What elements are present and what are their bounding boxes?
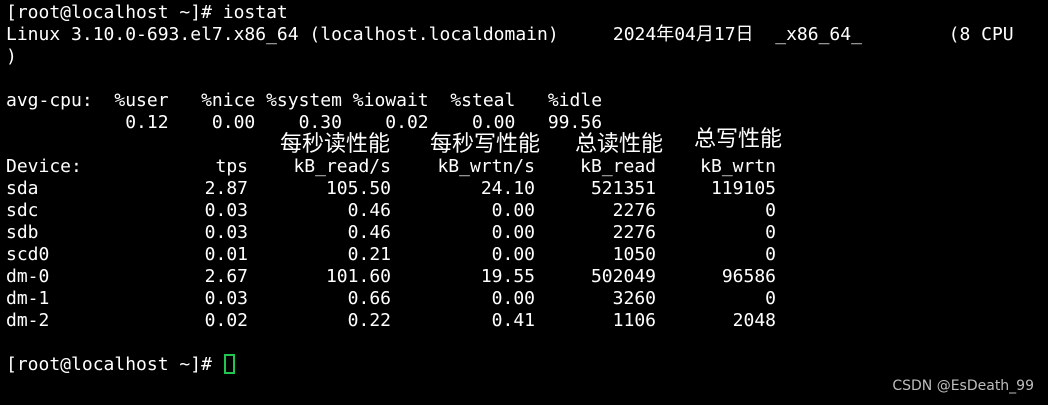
cpu-values: 0.12 0.00 0.30 0.02 0.00 99.56 <box>6 112 603 133</box>
row-3-device-name: scd0 <box>6 244 50 265</box>
row-2-kb-wrtn-s-value: 0.00 <box>491 222 535 243</box>
row-3-kb-read-value: 1050 <box>612 244 656 265</box>
header-tps: tps <box>215 156 248 177</box>
row-1-kb-wrtn-s-value: 0.00 <box>491 200 535 221</box>
row-6-kb-read-value: 1106 <box>612 310 656 331</box>
header-kb-read-s: kB_read/s <box>293 156 391 177</box>
row-4-kb-read-s-value: 101.60 <box>325 266 391 287</box>
terminal-window[interactable]: [root@localhost ~]# iostat Linux 3.10.0-… <box>0 0 1048 405</box>
row-6-device-name: dm-2 <box>6 310 50 331</box>
annotation-write-per-sec: 每秒写性能 <box>430 132 541 157</box>
command-line: [root@localhost ~]# iostat <box>6 2 288 23</box>
row-1-tps-value: 0.03 <box>204 200 248 221</box>
row-2-kb-read-value: 2276 <box>612 222 656 243</box>
row-0-tps-value: 2.87 <box>204 178 248 199</box>
row-1-kb-wrtn-value: 0 <box>765 200 776 221</box>
text-cursor[interactable] <box>224 354 235 374</box>
row-3-tps-value: 0.01 <box>204 244 248 265</box>
row-1-kb-read-s-value: 0.46 <box>347 200 391 221</box>
row-2-tps-value: 0.03 <box>204 222 248 243</box>
row-2-device-name: sdb <box>6 222 39 243</box>
row-4-tps-value: 2.67 <box>204 266 248 287</box>
annotation-read-per-sec: 每秒读性能 <box>280 132 391 157</box>
row-1-device-name: sdc <box>6 200 39 221</box>
row-1-kb-read-value: 2276 <box>612 200 656 221</box>
header-kb-wrtn: kB_wrtn <box>700 156 776 177</box>
annotation-total-write: 总写性能 <box>694 127 783 152</box>
row-4-kb-wrtn-value: 96586 <box>721 266 776 287</box>
row-0-kb-wrtn-s-value: 24.10 <box>480 178 535 199</box>
row-6-kb-read-s-value: 0.22 <box>347 310 391 331</box>
row-3-kb-wrtn-value: 0 <box>765 244 776 265</box>
row-2-kb-read-s-value: 0.46 <box>347 222 391 243</box>
header-kb-read: kB_read <box>580 156 656 177</box>
row-4-kb-wrtn-s-value: 19.55 <box>480 266 535 287</box>
row-6-tps-value: 0.02 <box>204 310 248 331</box>
row-4-kb-read-value: 502049 <box>590 266 656 287</box>
row-6-kb-wrtn-value: 2048 <box>732 310 776 331</box>
row-2-kb-wrtn-value: 0 <box>765 222 776 243</box>
row-3-kb-wrtn-s-value: 0.00 <box>491 244 535 265</box>
row-5-device-name: dm-1 <box>6 288 50 309</box>
watermark: CSDN @EsDeath_99 <box>892 378 1034 394</box>
shell-prompt: [root@localhost ~]# <box>6 354 223 375</box>
header-kb-wrtn-s: kB_wrtn/s <box>437 156 535 177</box>
row-0-kb-wrtn-value: 119105 <box>710 178 776 199</box>
row-0-device-name: sda <box>6 178 39 199</box>
row-3-kb-read-s-value: 0.21 <box>347 244 391 265</box>
row-5-kb-read-s-value: 0.66 <box>347 288 391 309</box>
row-0-kb-read-value: 521351 <box>590 178 656 199</box>
row-5-kb-wrtn-s-value: 0.00 <box>491 288 535 309</box>
annotation-total-read: 总读性能 <box>575 132 664 157</box>
row-5-tps-value: 0.03 <box>204 288 248 309</box>
row-0-kb-read-s-value: 105.50 <box>325 178 391 199</box>
header-device: Device: <box>6 156 82 177</box>
row-4-device-name: dm-0 <box>6 266 50 287</box>
row-6-kb-wrtn-s-value: 0.41 <box>491 310 535 331</box>
row-5-kb-read-value: 3260 <box>612 288 656 309</box>
system-info-wrap: ) <box>6 46 17 67</box>
cpu-header: avg-cpu: %user %nice %system %iowait %st… <box>6 90 603 111</box>
system-info-line: Linux 3.10.0-693.el7.x86_64 (localhost.l… <box>6 24 1014 45</box>
row-5-kb-wrtn-value: 0 <box>765 288 776 309</box>
